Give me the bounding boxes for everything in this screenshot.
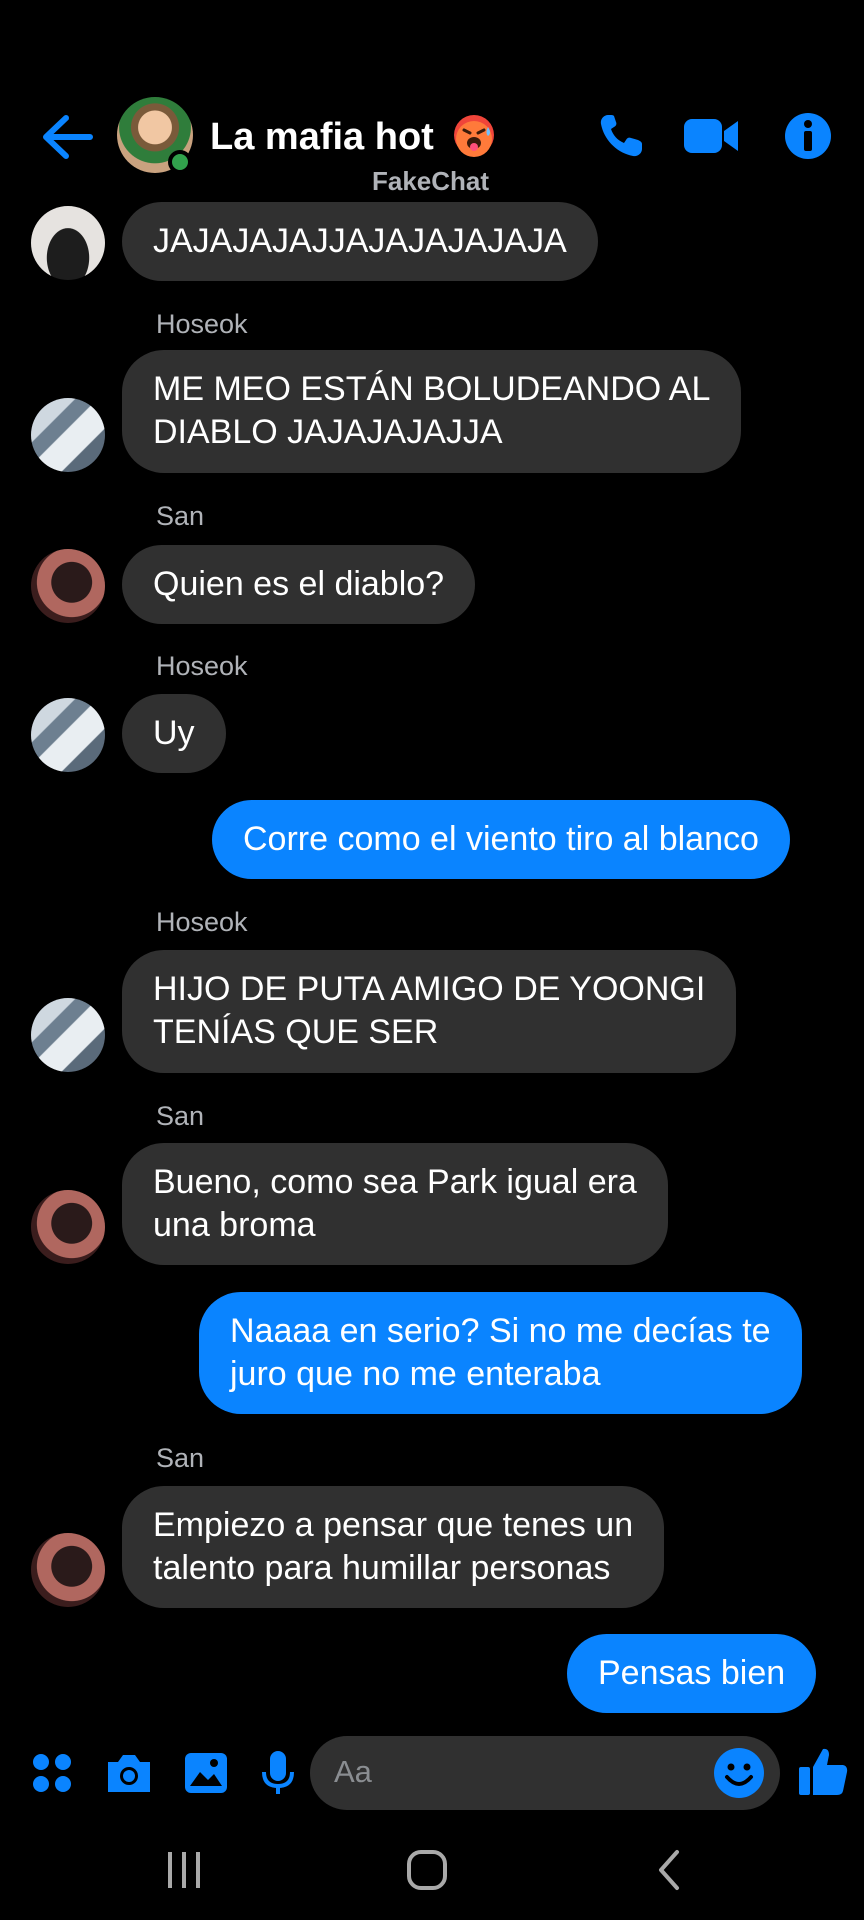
message-input-placeholder: Aa bbox=[334, 1754, 372, 1789]
gallery-icon[interactable] bbox=[182, 1748, 230, 1798]
thumbs-up-icon[interactable] bbox=[797, 1745, 849, 1797]
message-bubble-outgoing[interactable]: Corre como el viento tiro al blanco bbox=[212, 800, 790, 879]
message-bubble-outgoing[interactable]: Naaaa en serio? Si no me decías te juro … bbox=[199, 1292, 802, 1414]
sender-name: San bbox=[156, 1443, 205, 1473]
online-status-dot bbox=[168, 150, 192, 174]
emoji-icon[interactable] bbox=[713, 1747, 765, 1799]
avatar[interactable] bbox=[31, 549, 105, 623]
avatar[interactable] bbox=[31, 206, 105, 280]
message-bubble[interactable]: ME MEO ESTÁN BOLUDEANDO AL DIABLO JAJAJA… bbox=[122, 350, 742, 473]
camera-icon[interactable] bbox=[104, 1748, 154, 1798]
avatar[interactable] bbox=[31, 698, 105, 772]
sender-name: San bbox=[156, 501, 205, 531]
message-bubble[interactable]: Quien es el diablo? bbox=[122, 545, 476, 624]
message-bubble[interactable]: HIJO DE PUTA AMIGO DE YOONGI TENÍAS QUE … bbox=[122, 950, 737, 1073]
message-bubble[interactable]: Uy bbox=[122, 694, 226, 773]
message-bubble[interactable]: Empiezo a pensar que tenes un talento pa… bbox=[122, 1486, 665, 1608]
chat-subtitle: FakeChat bbox=[372, 166, 490, 196]
microphone-icon[interactable] bbox=[260, 1748, 296, 1798]
recent-apps-icon[interactable] bbox=[164, 1848, 204, 1892]
info-icon[interactable] bbox=[783, 111, 833, 161]
message-bubble[interactable]: Bueno, como sea Park igual era una broma bbox=[122, 1143, 668, 1265]
home-icon[interactable] bbox=[405, 1848, 449, 1892]
sender-name: Hoseok bbox=[156, 309, 248, 339]
sender-name: San bbox=[156, 1101, 205, 1131]
avatar[interactable] bbox=[31, 1190, 105, 1264]
chat-title[interactable]: La mafia hot bbox=[210, 112, 496, 162]
message-bubble[interactable]: JAJAJAJAJJAJAJAJAJAJA bbox=[122, 202, 598, 281]
video-camera-icon[interactable] bbox=[682, 111, 740, 161]
avatar[interactable] bbox=[31, 1533, 105, 1607]
system-back-icon[interactable] bbox=[655, 1848, 685, 1892]
chat-title-text: La mafia hot bbox=[210, 116, 434, 158]
message-input[interactable] bbox=[310, 1736, 780, 1810]
message-bubble-outgoing[interactable]: Pensas bien bbox=[567, 1634, 817, 1713]
back-arrow-icon[interactable] bbox=[40, 112, 94, 162]
avatar[interactable] bbox=[31, 398, 105, 472]
apps-icon[interactable] bbox=[30, 1748, 74, 1798]
avatar[interactable] bbox=[31, 998, 105, 1072]
sender-name: Hoseok bbox=[156, 907, 248, 937]
hot-face-emoji-icon bbox=[454, 115, 495, 157]
sender-name: Hoseok bbox=[156, 651, 248, 681]
phone-icon[interactable] bbox=[596, 111, 646, 161]
